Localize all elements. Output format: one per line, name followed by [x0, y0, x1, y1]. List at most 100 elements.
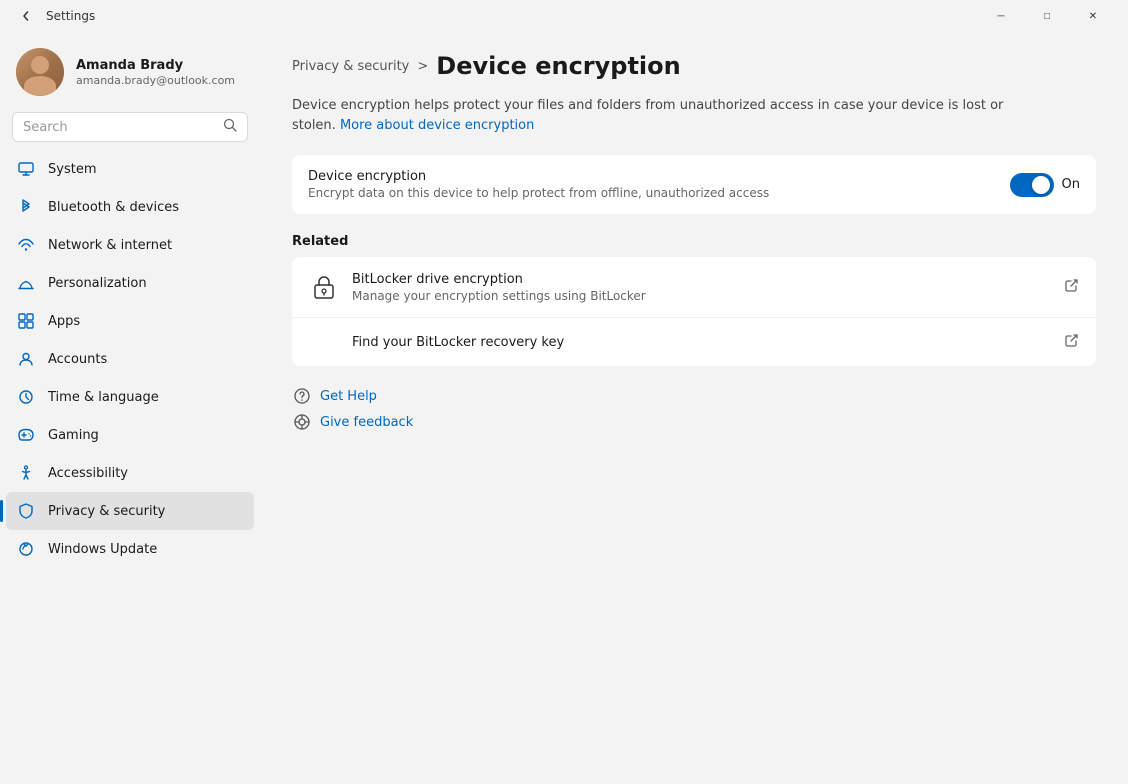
bitlocker-description: Manage your encryption settings using Bi… — [352, 289, 1052, 303]
recovery-key-text: Find your BitLocker recovery key — [308, 335, 1052, 350]
user-profile[interactable]: Amanda Brady amanda.brady@outlook.com — [0, 32, 260, 108]
toggle-track — [1010, 173, 1054, 197]
sidebar-item-gaming[interactable]: Gaming — [6, 416, 254, 454]
titlebar: Settings ─ □ ✕ — [0, 0, 1128, 32]
sidebar-item-label-bluetooth: Bluetooth & devices — [48, 200, 179, 215]
minimize-button[interactable]: ─ — [978, 0, 1024, 32]
nav-item-wrapper-accessibility: Accessibility — [6, 454, 254, 492]
gaming-icon — [16, 425, 36, 445]
device-encryption-row: Device encryption Encrypt data on this d… — [292, 155, 1096, 214]
recovery-key-row[interactable]: Find your BitLocker recovery key — [292, 318, 1096, 366]
sidebar-item-label-accounts: Accounts — [48, 352, 107, 367]
update-icon — [16, 539, 36, 559]
sidebar-item-accounts[interactable]: Accounts — [6, 340, 254, 378]
sidebar-item-update[interactable]: Windows Update — [6, 530, 254, 568]
bitlocker-row[interactable]: BitLocker drive encryption Manage your e… — [292, 257, 1096, 318]
privacy-icon — [16, 501, 36, 521]
device-encryption-toggle[interactable] — [1010, 173, 1054, 197]
page-description: Device encryption helps protect your fil… — [292, 96, 1012, 135]
breadcrumb-separator: > — [417, 59, 428, 74]
breadcrumb-current: Device encryption — [436, 52, 680, 80]
avatar — [16, 48, 64, 96]
nav-item-wrapper-bluetooth: Bluetooth & devices — [6, 188, 254, 226]
related-card: BitLocker drive encryption Manage your e… — [292, 257, 1096, 366]
get-help-link[interactable]: Get Help — [292, 386, 1096, 406]
sidebar-item-label-personalization: Personalization — [48, 276, 147, 291]
sidebar-item-privacy[interactable]: Privacy & security — [6, 492, 254, 530]
breadcrumb: Privacy & security > Device encryption — [292, 52, 1096, 80]
sidebar-item-label-accessibility: Accessibility — [48, 466, 128, 481]
device-encryption-title: Device encryption — [308, 169, 998, 184]
main-content: Privacy & security > Device encryption D… — [260, 32, 1128, 784]
personalization-icon — [16, 273, 36, 293]
sidebar-item-label-apps: Apps — [48, 314, 80, 329]
search-input[interactable] — [23, 120, 215, 135]
window-title: Settings — [46, 9, 978, 23]
sidebar-item-label-system: System — [48, 162, 96, 177]
bitlocker-title: BitLocker drive encryption — [352, 272, 1052, 287]
give-feedback-label: Give feedback — [320, 415, 413, 430]
search-icon — [223, 118, 237, 136]
nav-list: System Bluetooth & devices — [0, 150, 260, 568]
close-button[interactable]: ✕ — [1070, 0, 1116, 32]
related-section-title: Related — [292, 234, 1096, 249]
network-icon — [16, 235, 36, 255]
bitlocker-text: BitLocker drive encryption Manage your e… — [352, 272, 1052, 303]
give-feedback-icon — [292, 412, 312, 432]
search-box — [12, 112, 248, 142]
nav-item-wrapper-accounts: Accounts — [6, 340, 254, 378]
device-encryption-card: Device encryption Encrypt data on this d… — [292, 155, 1096, 214]
sidebar-item-time[interactable]: Time & language — [6, 378, 254, 416]
sidebar-item-bluetooth[interactable]: Bluetooth & devices — [6, 188, 254, 226]
nav-item-wrapper-time: Time & language — [6, 378, 254, 416]
sidebar-item-label-privacy: Privacy & security — [48, 504, 165, 519]
nav-item-wrapper-privacy: Privacy & security — [6, 492, 254, 530]
accounts-icon — [16, 349, 36, 369]
nav-item-wrapper-personalization: Personalization — [6, 264, 254, 302]
apps-icon — [16, 311, 36, 331]
nav-item-wrapper-update: Windows Update — [6, 530, 254, 568]
sidebar-item-label-gaming: Gaming — [48, 428, 99, 443]
bitlocker-external-link-icon — [1064, 277, 1080, 297]
recovery-key-external-link-icon — [1064, 332, 1080, 352]
back-button[interactable] — [12, 2, 40, 30]
user-name: Amanda Brady — [76, 58, 235, 73]
get-help-icon — [292, 386, 312, 406]
bluetooth-icon — [16, 197, 36, 217]
sidebar-item-network[interactable]: Network & internet — [6, 226, 254, 264]
sidebar-item-label-time: Time & language — [48, 390, 159, 405]
sidebar-item-system[interactable]: System — [6, 150, 254, 188]
user-info: Amanda Brady amanda.brady@outlook.com — [76, 58, 235, 87]
more-about-encryption-link[interactable]: More about device encryption — [340, 118, 534, 133]
nav-item-wrapper-apps: Apps — [6, 302, 254, 340]
time-icon — [16, 387, 36, 407]
nav-item-wrapper-system: System — [6, 150, 254, 188]
sidebar-item-accessibility[interactable]: Accessibility — [6, 454, 254, 492]
accessibility-icon — [16, 463, 36, 483]
bitlocker-icon — [308, 271, 340, 303]
window-controls: ─ □ ✕ — [978, 0, 1116, 32]
search-container — [0, 108, 260, 150]
toggle-thumb — [1032, 176, 1050, 194]
sidebar-item-personalization[interactable]: Personalization — [6, 264, 254, 302]
device-encryption-text: Device encryption Encrypt data on this d… — [308, 169, 998, 200]
nav-item-wrapper-gaming: Gaming — [6, 416, 254, 454]
device-encryption-control: On — [1010, 173, 1080, 197]
nav-item-wrapper-network: Network & internet — [6, 226, 254, 264]
toggle-label: On — [1062, 177, 1080, 192]
give-feedback-link[interactable]: Give feedback — [292, 412, 1096, 432]
maximize-button[interactable]: □ — [1024, 0, 1070, 32]
device-encryption-description: Encrypt data on this device to help prot… — [308, 186, 998, 200]
sidebar-item-label-network: Network & internet — [48, 238, 172, 253]
user-email: amanda.brady@outlook.com — [76, 74, 235, 87]
app-container: Amanda Brady amanda.brady@outlook.com — [0, 32, 1128, 784]
active-indicator — [0, 500, 3, 522]
sidebar-item-label-update: Windows Update — [48, 542, 157, 557]
recovery-key-title: Find your BitLocker recovery key — [352, 335, 1052, 350]
get-help-label: Get Help — [320, 389, 377, 404]
sidebar: Amanda Brady amanda.brady@outlook.com — [0, 32, 260, 784]
help-links: Get Help Give feedback — [292, 386, 1096, 432]
sidebar-item-apps[interactable]: Apps — [6, 302, 254, 340]
breadcrumb-parent[interactable]: Privacy & security — [292, 59, 409, 74]
system-icon — [16, 159, 36, 179]
